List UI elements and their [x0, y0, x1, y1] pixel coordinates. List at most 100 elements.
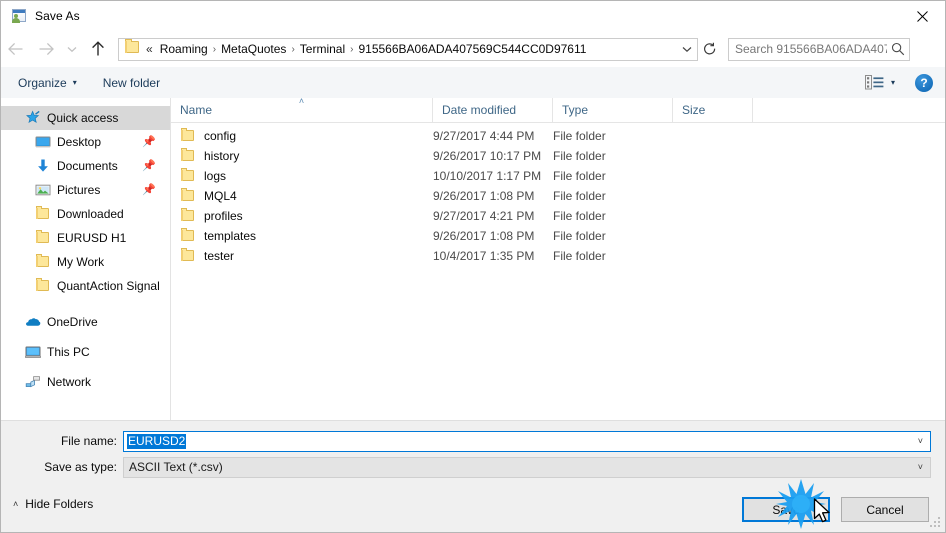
sidebar-item-onedrive[interactable]: OneDrive: [1, 310, 170, 334]
sidebar-item-quantaction-signal[interactable]: QuantAction Signal: [1, 274, 170, 298]
sidebar-item-label: Network: [47, 375, 92, 389]
address-dropdown-button[interactable]: [676, 39, 697, 60]
file-type: File folder: [553, 189, 606, 203]
star-pin-icon: [25, 110, 41, 126]
resize-grip-icon[interactable]: [930, 517, 942, 529]
file-name-row: File name: EURUSD2 ˅: [1, 430, 945, 452]
hide-folders-button[interactable]: ˄ Hide Folders: [13, 497, 93, 511]
file-name: MQL4: [204, 189, 237, 203]
column-header-label: Size: [682, 103, 706, 117]
recent-locations-button[interactable]: [61, 34, 83, 64]
sidebar-item-my-work[interactable]: My Work: [1, 250, 170, 274]
sort-ascending-icon: ˄: [298, 96, 305, 106]
column-header-name[interactable]: Name ˄: [171, 96, 433, 122]
search-icon[interactable]: [887, 39, 909, 60]
forward-button[interactable]: [31, 34, 61, 64]
save-button-label: Save: [772, 502, 800, 517]
sidebar-item-downloaded[interactable]: Downloaded: [1, 202, 170, 226]
sidebar-item-label: Pictures: [57, 183, 101, 197]
close-icon: [916, 10, 928, 22]
breadcrumb-item-1[interactable]: MetaQuotes: [217, 42, 290, 56]
folder-icon: [180, 167, 196, 185]
save-button[interactable]: Save: [742, 497, 830, 522]
breadcrumb-item-0[interactable]: Roaming: [156, 42, 212, 56]
close-button[interactable]: [899, 1, 945, 31]
file-list-panel: Name ˄ Date modified Type Size config 9/…: [171, 96, 945, 420]
up-button[interactable]: [83, 34, 113, 64]
back-button[interactable]: [1, 34, 31, 64]
sidebar-item-label: Desktop: [57, 135, 102, 149]
column-header-label: Type: [562, 103, 589, 117]
save-as-dialog: Save As « Roaming › MetaQuotes › Termina…: [0, 0, 946, 533]
search-input[interactable]: Search 915566BA06ADA40756...: [735, 42, 887, 56]
sidebar-item-eurusd-h1[interactable]: EURUSD H1: [1, 226, 170, 250]
column-header-type[interactable]: Type: [553, 98, 673, 122]
table-row[interactable]: profiles 9/27/2017 4:21 PM File folder: [171, 206, 945, 226]
chevron-down-icon[interactable]: ˅: [918, 462, 923, 472]
save-as-type-select[interactable]: ASCII Text (*.csv) ˅: [123, 456, 931, 478]
save-as-icon: [10, 8, 27, 25]
file-date: 9/27/2017 4:21 PM: [433, 209, 535, 223]
arrow-right-icon: [39, 42, 54, 56]
sidebar-item-pictures[interactable]: Pictures 📌: [1, 178, 170, 202]
file-name: templates: [204, 229, 257, 243]
save-as-type-value: ASCII Text (*.csv): [129, 460, 223, 474]
table-row[interactable]: logs 10/10/2017 1:17 PM File folder: [171, 166, 945, 186]
table-row[interactable]: templates 9/26/2017 1:08 PM File folder: [171, 226, 945, 246]
file-date: 9/26/2017 10:17 PM: [433, 149, 542, 163]
pin-icon[interactable]: 📌: [142, 183, 156, 196]
folder-icon: [180, 247, 196, 265]
navigation-bar: « Roaming › MetaQuotes › Terminal › 9155…: [1, 31, 945, 67]
organize-button[interactable]: Organize ▾: [9, 70, 86, 96]
command-bar: Organize ▾ New folder ▾ ?: [1, 67, 945, 99]
file-name-input[interactable]: EURUSD2 ˅: [123, 430, 931, 452]
sidebar-item-this-pc[interactable]: This PC: [1, 340, 170, 364]
pictures-icon: [35, 182, 51, 198]
column-header-size[interactable]: Size: [673, 98, 753, 122]
new-folder-button[interactable]: New folder: [94, 70, 169, 96]
sidebar-item-label: Documents: [57, 159, 118, 173]
sidebar-item-documents[interactable]: Documents 📌: [1, 154, 170, 178]
sidebar-item-label: EURUSD H1: [57, 231, 127, 245]
sidebar-item-label: OneDrive: [47, 315, 98, 329]
file-name-value: EURUSD2: [127, 433, 187, 449]
file-date: 9/26/2017 1:08 PM: [433, 229, 535, 243]
file-name: history: [204, 149, 240, 163]
table-row[interactable]: history 9/26/2017 10:17 PM File folder: [171, 146, 945, 166]
help-icon: ?: [920, 75, 928, 90]
view-options-button[interactable]: ▾: [859, 70, 901, 96]
folder-icon: [180, 187, 196, 205]
sidebar-item-label: My Work: [57, 255, 105, 269]
file-type: File folder: [553, 249, 606, 263]
sidebar-item-label: This PC: [47, 345, 90, 359]
sidebar-item-quick-access[interactable]: Quick access: [1, 106, 170, 130]
folder-icon: [180, 127, 196, 145]
sidebar-item-desktop[interactable]: Desktop 📌: [1, 130, 170, 154]
file-date: 9/27/2017 4:44 PM: [433, 129, 535, 143]
folder-icon: [124, 39, 141, 59]
chevron-down-icon: ▾: [890, 78, 895, 87]
search-box[interactable]: Search 915566BA06ADA40756...: [728, 37, 910, 61]
column-header-date-modified[interactable]: Date modified: [433, 98, 553, 122]
help-button[interactable]: ?: [915, 73, 933, 92]
breadcrumb-item-2[interactable]: Terminal: [296, 42, 349, 56]
pin-icon[interactable]: 📌: [142, 135, 156, 148]
onedrive-icon: [25, 314, 41, 330]
sidebar-item-network[interactable]: Network: [1, 370, 170, 394]
refresh-button[interactable]: [698, 38, 722, 61]
window-title: Save As: [35, 9, 80, 23]
file-date: 9/26/2017 1:08 PM: [433, 189, 535, 203]
table-row[interactable]: tester 10/4/2017 1:35 PM File folder: [171, 246, 945, 266]
folder-icon: [180, 207, 196, 225]
breadcrumb-item-3[interactable]: 915566BA06ADA407569C544CC0D97611: [354, 42, 590, 56]
table-row[interactable]: MQL4 9/26/2017 1:08 PM File folder: [171, 186, 945, 206]
pin-icon[interactable]: 📌: [142, 159, 156, 172]
file-name: config: [204, 129, 237, 143]
table-row[interactable]: config 9/27/2017 4:44 PM File folder: [171, 126, 945, 146]
breadcrumb-overflow[interactable]: «: [143, 42, 156, 56]
address-bar[interactable]: « Roaming › MetaQuotes › Terminal › 9155…: [118, 37, 698, 61]
chevron-down-icon[interactable]: ˅: [918, 436, 923, 446]
cancel-button[interactable]: Cancel: [841, 497, 929, 522]
file-type: File folder: [553, 149, 606, 163]
